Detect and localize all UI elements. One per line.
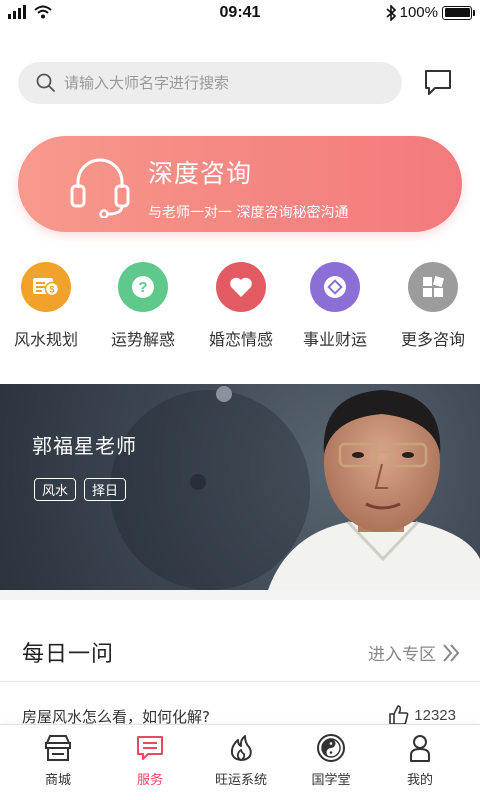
tab-label: 我的 <box>406 773 433 788</box>
category-label: 婚恋情感 <box>208 330 273 349</box>
tab-label: 服务 <box>136 773 163 788</box>
master-name: 郭福星老师 <box>32 434 137 458</box>
battery-icon <box>442 5 475 20</box>
headset-icon <box>70 158 130 218</box>
category-label: 运势解惑 <box>110 330 175 349</box>
category-career[interactable]: 事业财运 <box>290 262 380 350</box>
status-bar: 09:41 100% <box>0 0 480 28</box>
daily-question-header: 每日一问 进入专区 <box>0 600 480 682</box>
enter-zone-label: 进入专区 <box>368 645 436 665</box>
tag-feng-shui: 风水 <box>34 478 77 501</box>
banner-title: 深度咨询 <box>148 159 253 188</box>
svg-text:?: ? <box>138 279 147 296</box>
tab-fortune-system[interactable]: 旺运系统 <box>193 733 289 788</box>
search-icon <box>36 73 55 92</box>
double-chevron-right-icon <box>443 643 460 662</box>
question-icon: ? <box>118 262 168 312</box>
daily-title: 每日一问 <box>22 642 115 667</box>
deep-consult-banner[interactable]: 深度咨询 与老师一对一 深度咨询秘密沟通 <box>18 136 462 232</box>
tab-label: 国学堂 <box>311 773 351 788</box>
heart-icon <box>216 262 266 312</box>
bluetooth-icon <box>386 4 396 21</box>
bottom-tab-bar: 商城 服务 旺运系统 国学堂 我的 <box>0 724 480 800</box>
search-bar[interactable] <box>18 62 402 104</box>
tab-sinology[interactable]: 国学堂 <box>283 733 379 788</box>
tab-shop[interactable]: 商城 <box>10 733 106 788</box>
master-tags: 风水 择日 <box>34 478 127 501</box>
tab-label: 旺运系统 <box>214 773 267 788</box>
section-divider <box>0 590 480 600</box>
enter-zone-link[interactable]: 进入专区 <box>368 640 460 665</box>
message-icon <box>425 70 451 95</box>
battery-percent: 100% <box>399 4 438 21</box>
battery-group: 100% <box>386 4 475 21</box>
like-number: 12323 <box>414 706 456 724</box>
tag-date-selection: 择日 <box>84 478 127 501</box>
featured-master-card[interactable]: 郭福星老师 风水 择日 <box>0 384 480 590</box>
taiji-icon <box>317 734 345 762</box>
profile-icon <box>410 735 430 762</box>
tab-profile[interactable]: 我的 <box>372 733 468 788</box>
category-more[interactable]: 更多咨询 <box>388 262 478 350</box>
thumbs-up-icon <box>389 705 409 725</box>
tab-label: 商城 <box>44 773 71 788</box>
category-feng-shui[interactable]: $ 风水规划 <box>1 262 91 350</box>
category-love[interactable]: 婚恋情感 <box>196 262 286 350</box>
banner-subtitle: 与老师一对一 深度咨询秘密沟通 <box>148 205 349 221</box>
search-input[interactable] <box>64 74 364 92</box>
category-label: 风水规划 <box>13 330 78 349</box>
like-count[interactable]: 12323 <box>388 704 456 726</box>
master-portrait <box>268 390 480 590</box>
category-label: 事业财运 <box>302 330 367 349</box>
svg-text:$: $ <box>49 285 54 295</box>
flame-icon <box>230 735 252 761</box>
feng-shui-icon: $ <box>21 262 71 312</box>
service-icon <box>137 736 163 760</box>
category-fortune[interactable]: ? 运势解惑 <box>98 262 188 350</box>
coin-icon <box>310 262 360 312</box>
tab-service[interactable]: 服务 <box>102 733 198 788</box>
more-grid-icon <box>408 262 458 312</box>
consult-categories: $ 风水规划 ? 运势解惑 婚恋情感 事业财运 更多咨询 <box>0 262 480 352</box>
shop-icon <box>45 735 71 761</box>
category-label: 更多咨询 <box>400 330 465 349</box>
dark-dot <box>190 474 206 490</box>
app-screen: 09:41 100% 深度咨询 与老师一对一 深度咨询秘密 <box>0 0 480 800</box>
message-button[interactable] <box>420 64 456 100</box>
